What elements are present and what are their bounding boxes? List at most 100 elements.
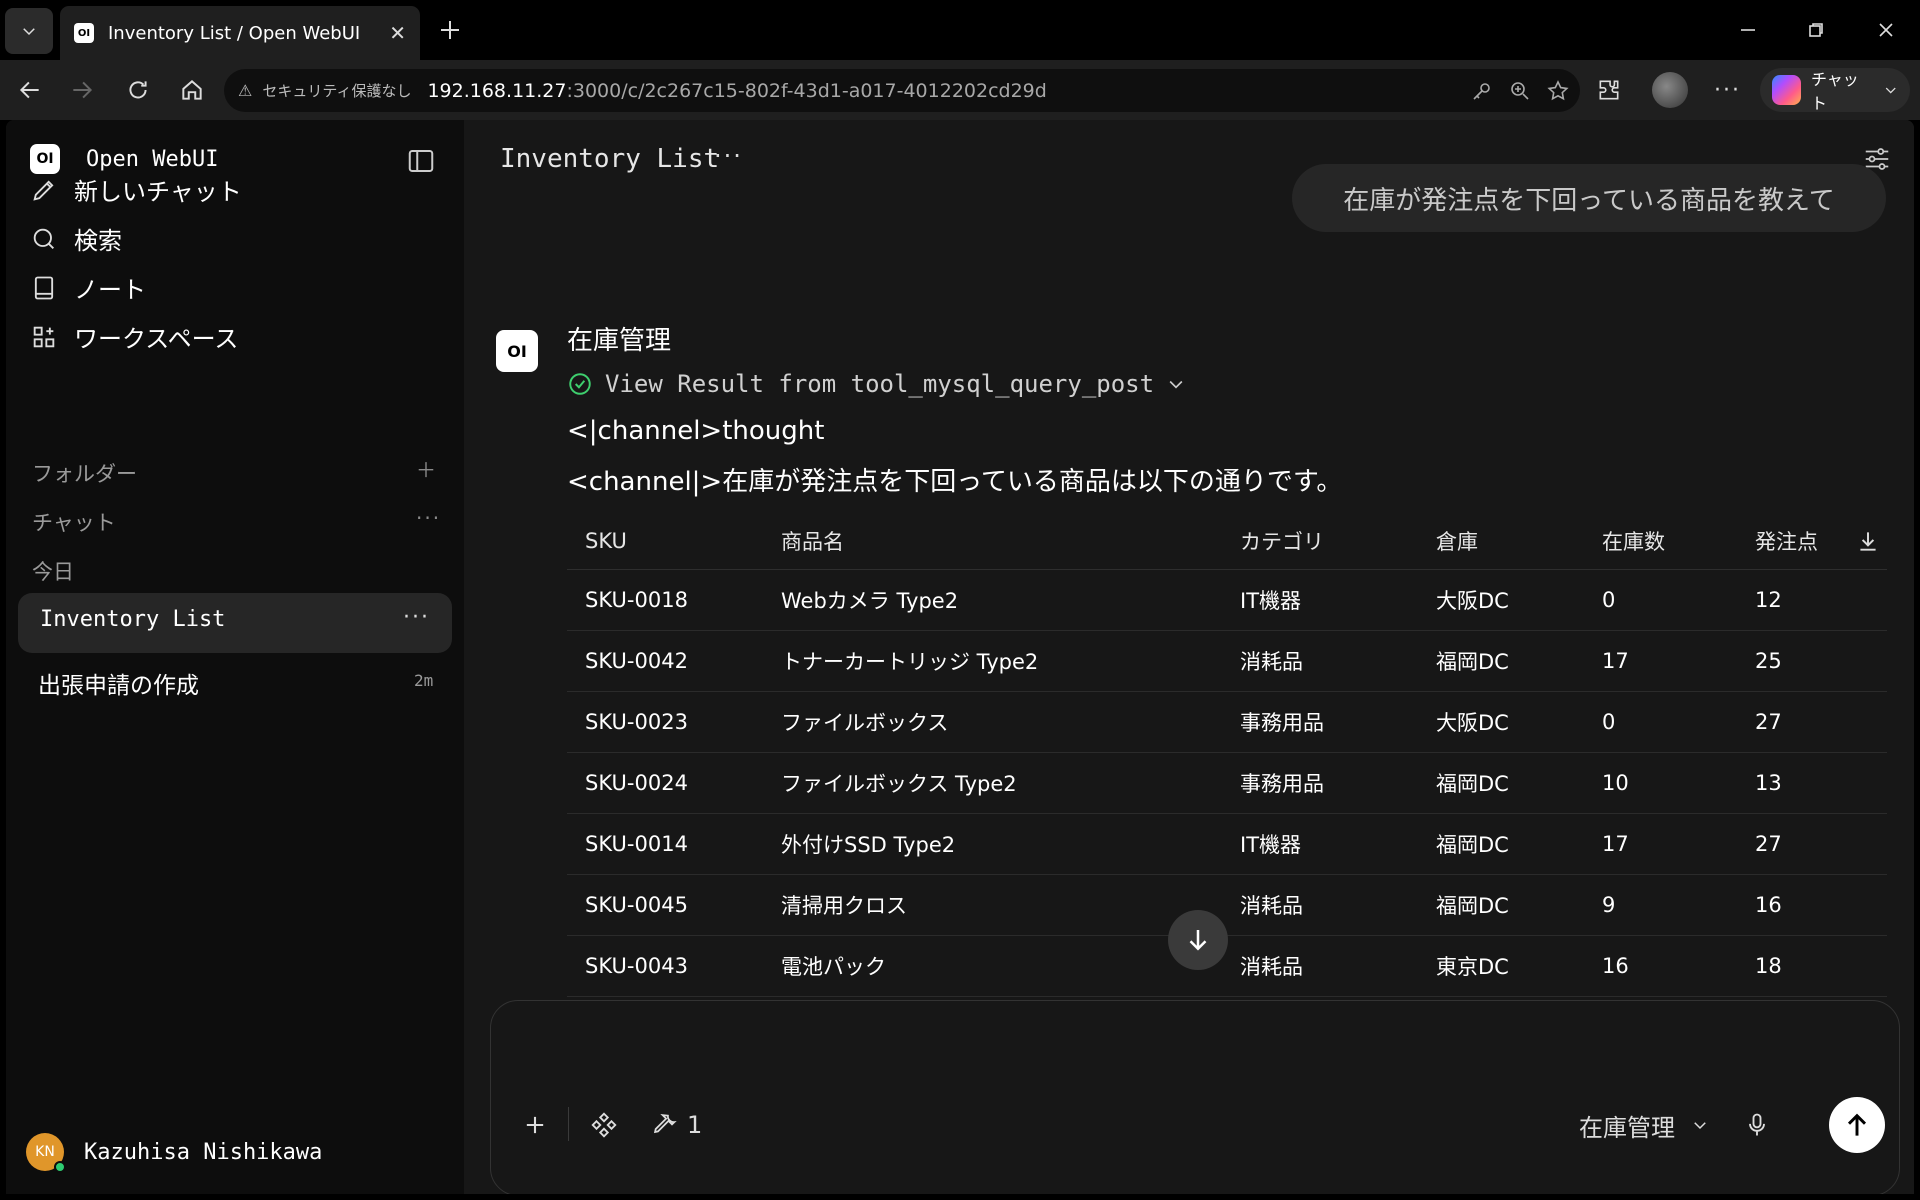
tools-button[interactable]: 1 bbox=[651, 1105, 702, 1145]
response-line-1: <|channel>thought bbox=[567, 416, 825, 446]
tool-result-toggle[interactable]: View Result from tool_mysql_query_post bbox=[567, 370, 1186, 398]
new-tab-button[interactable] bbox=[432, 12, 468, 48]
tab-list-button[interactable] bbox=[5, 8, 53, 54]
table-cell: SKU-0024 bbox=[585, 771, 688, 795]
table-cell: SKU-0018 bbox=[585, 588, 688, 612]
table-cell: 福岡DC bbox=[1436, 772, 1509, 796]
close-window-button[interactable] bbox=[1856, 10, 1916, 50]
table-cell: 事務用品 bbox=[1240, 772, 1324, 796]
voice-input-button[interactable] bbox=[1743, 1105, 1771, 1145]
forward-button[interactable] bbox=[62, 70, 102, 110]
star-icon[interactable] bbox=[1546, 79, 1570, 103]
table-cell: 27 bbox=[1755, 832, 1782, 856]
more-menu-button[interactable]: ··· bbox=[1714, 70, 1741, 110]
security-label[interactable]: セキュリティ保護なし bbox=[262, 80, 411, 101]
extensions-button[interactable] bbox=[1596, 70, 1622, 110]
avatar: KN bbox=[26, 1133, 66, 1173]
sidebar-notes[interactable]: ノート bbox=[30, 270, 146, 305]
table-cell: 27 bbox=[1755, 710, 1782, 734]
table-cell: IT機器 bbox=[1240, 589, 1302, 613]
sidebar-new-chat[interactable]: 新しいチャット bbox=[30, 172, 242, 207]
online-status-icon bbox=[54, 1161, 66, 1173]
table-row: SKU-0018 Webカメラ Type2 IT機器 大阪DC 0 12 bbox=[567, 570, 1887, 631]
table-cell: 25 bbox=[1755, 649, 1782, 673]
chat-more-icon[interactable]: ··· bbox=[714, 142, 743, 170]
table-row: SKU-0045 清掃用クロス 消耗品 福岡DC 9 16 bbox=[567, 875, 1887, 936]
favicon-icon: OI bbox=[74, 23, 94, 43]
table-cell: Webカメラ Type2 bbox=[781, 589, 959, 613]
puzzle-icon bbox=[1599, 80, 1619, 100]
sidebar-workspace[interactable]: ワークスペース bbox=[30, 319, 238, 354]
table-cell: 外付けSSD Type2 bbox=[781, 833, 956, 857]
restore-button[interactable] bbox=[1786, 10, 1846, 50]
avatar-initials: KN bbox=[35, 1144, 55, 1160]
zoom-icon[interactable] bbox=[1508, 79, 1532, 103]
model-selector[interactable]: 在庫管理 bbox=[1579, 1105, 1709, 1145]
model-avatar-icon: OI bbox=[496, 330, 538, 372]
sidebar-notes-label: ノート bbox=[74, 276, 146, 304]
sidebar-chat-inventory-list[interactable]: Inventory List ··· bbox=[18, 593, 452, 653]
profile-button[interactable] bbox=[1652, 70, 1688, 110]
plus-icon bbox=[526, 1116, 544, 1134]
table-cell: 0 bbox=[1602, 710, 1616, 734]
table-header-cell: カテゴリ bbox=[1240, 529, 1324, 554]
add-attachment-button[interactable] bbox=[521, 1105, 549, 1145]
copilot-button[interactable]: チャット bbox=[1760, 68, 1910, 113]
profile-avatar bbox=[1652, 72, 1688, 108]
table-cell: 17 bbox=[1602, 832, 1629, 856]
copilot-label: チャット bbox=[1810, 70, 1859, 113]
chat-main: Inventory List ··· 在庫が発注点を下回っている商品を教えて O… bbox=[464, 120, 1914, 1194]
url-host: 192.168.11.27 bbox=[427, 79, 567, 102]
minimize-icon bbox=[1741, 29, 1755, 31]
scroll-to-bottom-button[interactable] bbox=[1168, 910, 1228, 970]
diamonds-icon bbox=[591, 1112, 617, 1138]
table-header-cell: 在庫数 bbox=[1602, 529, 1665, 554]
model-selector-label: 在庫管理 bbox=[1579, 1113, 1675, 1142]
address-bar[interactable]: ⚠ セキュリティ保護なし 192.168.11.27 :3000/c/2c267… bbox=[224, 69, 1580, 112]
sidebar-search[interactable]: 検索 bbox=[30, 221, 122, 256]
chat-item-time: 2m bbox=[414, 671, 434, 690]
chat-item-more-icon[interactable]: ··· bbox=[403, 605, 430, 630]
table-header-cell: 商品名 bbox=[781, 529, 844, 554]
tools-count: 1 bbox=[687, 1111, 703, 1139]
table-row: SKU-0023 ファイルボックス 事務用品 大阪DC 0 27 bbox=[567, 692, 1887, 753]
table-cell: 9 bbox=[1602, 893, 1616, 917]
table-cell: 16 bbox=[1755, 893, 1782, 917]
table-cell: 0 bbox=[1602, 588, 1616, 612]
back-button[interactable] bbox=[10, 70, 50, 110]
sidebar-search-label: 検索 bbox=[74, 227, 122, 255]
brand[interactable]: OI Open WebUI bbox=[30, 144, 218, 174]
download-icon[interactable] bbox=[1855, 526, 1881, 556]
key-icon[interactable] bbox=[1470, 79, 1494, 103]
home-button[interactable] bbox=[172, 70, 212, 110]
warning-icon[interactable]: ⚠ bbox=[238, 81, 252, 100]
sidebar-toggle-icon[interactable] bbox=[406, 146, 436, 176]
browser-toolbar: ⚠ セキュリティ保護なし 192.168.11.27 :3000/c/2c267… bbox=[0, 60, 1920, 120]
user-menu[interactable]: KN Kazuhisa Nishikawa bbox=[26, 1133, 322, 1173]
chats-more-icon[interactable]: ··· bbox=[416, 506, 441, 530]
arrow-right-icon bbox=[73, 81, 93, 99]
browser-tab[interactable]: OI Inventory List / Open WebUI ✕ bbox=[60, 6, 420, 60]
table-row: SKU-0042 トナーカートリッジ Type2 消耗品 福岡DC 17 25 bbox=[567, 631, 1887, 692]
chevron-down-icon bbox=[1169, 380, 1183, 389]
composer-divider bbox=[568, 1107, 569, 1141]
reload-button[interactable] bbox=[118, 70, 158, 110]
message-composer[interactable]: 1 在庫管理 bbox=[490, 1000, 1900, 1194]
table-cell: SKU-0023 bbox=[585, 710, 688, 734]
folders-section-label[interactable]: フォルダー bbox=[32, 458, 137, 488]
sidebar-chat-travel-request[interactable]: 出張申請の作成 bbox=[38, 666, 199, 700]
table-row: SKU-0014 外付けSSD Type2 IT機器 福岡DC 17 27 bbox=[567, 814, 1887, 875]
minimize-button[interactable] bbox=[1718, 10, 1778, 50]
arrow-left-icon bbox=[19, 81, 39, 99]
integrations-button[interactable] bbox=[589, 1105, 619, 1145]
table-cell: 東京DC bbox=[1436, 955, 1509, 979]
table-cell: 事務用品 bbox=[1240, 711, 1324, 735]
chats-section-label[interactable]: チャット bbox=[32, 507, 116, 537]
copilot-icon bbox=[1772, 75, 1801, 105]
tab-close-icon[interactable]: ✕ bbox=[389, 21, 406, 45]
send-button[interactable] bbox=[1829, 1097, 1885, 1153]
table-cell: 消耗品 bbox=[1240, 894, 1303, 918]
table-cell: 福岡DC bbox=[1436, 894, 1509, 918]
add-folder-icon[interactable]: ＋ bbox=[416, 454, 436, 483]
restore-icon bbox=[1809, 23, 1823, 37]
